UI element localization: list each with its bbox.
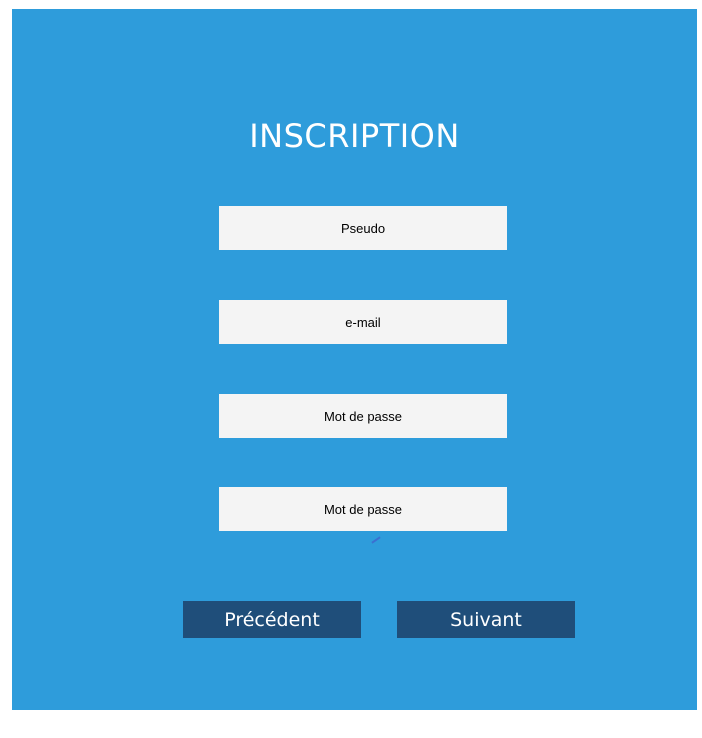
email-field[interactable] <box>219 300 507 344</box>
text-cursor-handle <box>371 536 381 544</box>
next-button[interactable]: Suivant <box>397 601 575 638</box>
password-field[interactable] <box>219 394 507 438</box>
pseudo-field[interactable] <box>219 206 507 250</box>
previous-button[interactable]: Précédent <box>183 601 361 638</box>
registration-panel: INSCRIPTION Précédent Suivant <box>12 9 697 710</box>
page-title: INSCRIPTION <box>249 117 460 155</box>
password-confirm-field[interactable] <box>219 487 507 531</box>
